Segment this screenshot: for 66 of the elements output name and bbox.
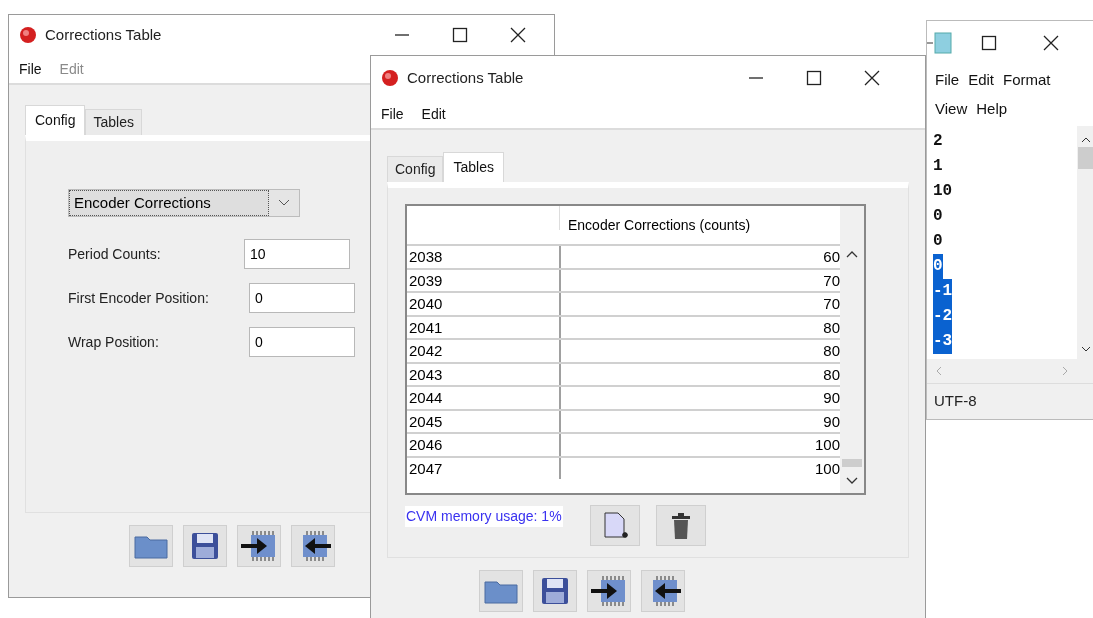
chevron-down-icon[interactable] (846, 477, 858, 485)
field-label: First Encoder Position: (68, 288, 210, 308)
menu-item[interactable]: Edit (421, 103, 446, 125)
table-cell-text: 2047 (408, 458, 444, 479)
field-label: Wrap Position: (68, 332, 160, 352)
table-cell-text: 2045 (408, 411, 444, 432)
table-cell-text: 2038 (408, 247, 444, 267)
toolbar-button[interactable] (533, 570, 577, 612)
menu-item[interactable]: File (935, 69, 960, 92)
table-cell-text: 2039 (408, 270, 444, 291)
input-field[interactable]: 0 (249, 327, 355, 357)
menu-item[interactable]: File (19, 58, 42, 80)
text-line: 0 (933, 205, 943, 227)
toolbar-button[interactable] (291, 525, 335, 567)
save-icon (190, 531, 220, 561)
toolbar-button[interactable] (183, 525, 227, 567)
table-cell-text: 2040 (408, 294, 444, 314)
table-cell-text: 2042 (408, 341, 444, 361)
chevron-down-icon[interactable] (1081, 346, 1091, 354)
scrollbar[interactable] (1077, 125, 1093, 360)
notepad-icon (927, 32, 955, 55)
tab[interactable]: Tables (443, 152, 504, 182)
action-button[interactable] (655, 505, 706, 546)
text-line: 1 (933, 155, 943, 177)
tab[interactable]: Tables (85, 109, 142, 135)
tab[interactable]: Config (25, 105, 86, 135)
memory-usage-text: CVM memory usage: 1% (405, 506, 563, 527)
scrollbar-thumb[interactable] (842, 459, 862, 467)
status-text: UTF-8 (934, 391, 977, 412)
maximize-icon[interactable] (452, 27, 468, 43)
close-icon[interactable] (1043, 35, 1059, 52)
window-title: Corrections Table (407, 67, 524, 88)
table-cell-text: 2043 (408, 364, 444, 385)
toolbar-button[interactable] (641, 570, 685, 612)
save-icon (540, 576, 570, 606)
toolbar-button[interactable] (237, 525, 281, 567)
table-cell-text: 2041 (408, 317, 444, 338)
table-cell-text: 2046 (408, 435, 444, 455)
text-line: 0 (933, 230, 943, 252)
scrollbar[interactable] (840, 206, 864, 493)
field-label: Period Counts: (68, 244, 162, 264)
window-title: Corrections Table (45, 24, 162, 45)
chevron-down-icon (278, 199, 290, 207)
maximize-icon[interactable] (806, 70, 822, 86)
menu-item[interactable]: File (381, 103, 404, 125)
maximize-icon[interactable] (981, 35, 997, 52)
menu-item[interactable]: Edit (968, 69, 995, 92)
dropdown[interactable]: Encoder Corrections (68, 189, 300, 217)
scrollbar-thumb[interactable] (1078, 146, 1093, 169)
app-logo-icon (381, 69, 399, 87)
close-icon[interactable] (510, 27, 526, 43)
text-line: 10 (933, 180, 953, 202)
input-field[interactable]: 10 (244, 239, 350, 269)
menu-item[interactable]: View (935, 98, 968, 121)
text-line: 2 (933, 130, 943, 152)
trash-icon (669, 511, 692, 540)
menu-item[interactable]: Format (1003, 69, 1051, 92)
menu-item[interactable]: Help (976, 98, 1008, 121)
tab[interactable]: Config (387, 156, 444, 182)
toolbar-button[interactable] (587, 570, 631, 612)
chevron-up-icon[interactable] (846, 250, 858, 258)
input-field[interactable]: 0 (249, 283, 355, 313)
app-logo-icon (19, 26, 37, 44)
table-cell-text: 2044 (408, 388, 444, 408)
close-icon[interactable] (864, 70, 880, 86)
chevron-up-icon[interactable] (1081, 135, 1091, 143)
